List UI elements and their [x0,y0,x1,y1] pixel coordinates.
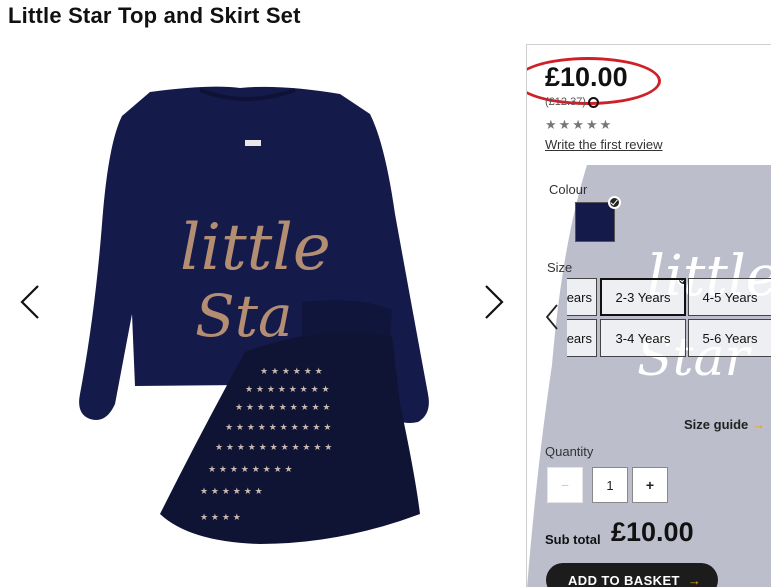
check-icon [608,196,621,209]
size-label: Size [547,260,573,275]
svg-text:★ ★ ★ ★: ★ ★ ★ ★ [200,513,241,523]
chevron-left-icon [545,304,558,330]
size-option-label: 4-5 Years [702,289,758,305]
size-option-label: 2-3 Years [615,289,671,305]
subtotal-label: Sub total [545,532,601,547]
product-image[interactable]: little Sta ★ ★ ★ ★ ★ ★ ★ ★ ★ ★ ★ ★ ★ ★ ★… [40,74,480,587]
size-options: ears 2-3 Years 4-5 Years ears 3-4 Years … [567,278,771,360]
page-title: Little Star Top and Skirt Set [8,3,301,28]
svg-text:★ ★ ★ ★ ★ ★ ★ ★ ★ ★ ★: ★ ★ ★ ★ ★ ★ ★ ★ ★ ★ ★ [215,443,332,453]
quantity-input[interactable]: 1 [592,467,628,503]
colour-swatch-navy[interactable] [575,196,621,242]
check-icon [677,280,684,286]
add-to-basket-label: ADD TO BASKET [568,572,680,587]
svg-text:★ ★ ★ ★ ★ ★ ★ ★: ★ ★ ★ ★ ★ ★ ★ ★ [208,465,293,475]
info-icon[interactable] [587,96,599,108]
quantity-label: Quantity [545,444,594,459]
gallery-prev-button[interactable] [18,282,42,322]
svg-text:★ ★ ★ ★ ★ ★: ★ ★ ★ ★ ★ ★ [260,367,323,377]
svg-text:★ ★ ★ ★ ★ ★ ★ ★: ★ ★ ★ ★ ★ ★ ★ ★ [245,385,330,395]
chevron-right-icon [485,285,504,319]
sizes-prev-button[interactable] [545,303,559,331]
size-option-label: 3-4 Years [615,330,671,346]
purchase-panel: little Star £10.00 (£12.37) ★★★★★ Write … [526,44,771,587]
quantity-decrease-button[interactable]: − [547,467,583,503]
size-option-label: 5-6 Years [702,330,758,346]
rating-stars: ★★★★★ [545,117,614,132]
size-option-cut[interactable]: ears [567,278,597,316]
arrow-right-icon: → [751,417,765,432]
arrow-right-icon: → [687,572,702,587]
size-option-4-5-years[interactable]: 4-5 Years [688,278,771,316]
size-option-label: ears [567,330,592,346]
size-option-3-4-years[interactable]: 3-4 Years [600,319,686,357]
old-price-value: (£12.37) [545,96,586,108]
svg-text:★ ★ ★ ★ ★ ★: ★ ★ ★ ★ ★ ★ [200,487,263,497]
size-option-cut[interactable]: ears [567,319,597,357]
size-option-label: ears [567,289,592,305]
gallery-next-button[interactable] [482,282,506,322]
size-option-2-3-years[interactable]: 2-3 Years [600,278,686,316]
subtotal-value: £10.00 [611,517,694,547]
product-gallery: little Sta ★ ★ ★ ★ ★ ★ ★ ★ ★ ★ ★ ★ ★ ★ ★… [0,44,522,587]
add-to-basket-button[interactable]: ADD TO BASKET → [546,563,718,587]
svg-text:little: little [180,211,331,285]
svg-text:★ ★ ★ ★ ★ ★ ★ ★ ★ ★: ★ ★ ★ ★ ★ ★ ★ ★ ★ ★ [225,423,331,433]
chevron-left-icon [20,285,39,319]
quantity-increase-button[interactable]: + [632,467,668,503]
colour-label: Colour [549,182,588,197]
write-review-link[interactable]: Write the first review [545,137,663,152]
svg-text:★ ★ ★ ★ ★ ★ ★ ★ ★: ★ ★ ★ ★ ★ ★ ★ ★ ★ [235,403,331,413]
size-guide-link[interactable]: Size guide → [684,417,765,432]
price: £10.00 [545,62,628,92]
size-guide-label: Size guide [684,417,749,432]
size-option-5-6-years[interactable]: 5-6 Years [688,319,771,357]
svg-text:Sta: Sta [195,282,293,350]
old-price: (£12.37) [545,96,599,108]
